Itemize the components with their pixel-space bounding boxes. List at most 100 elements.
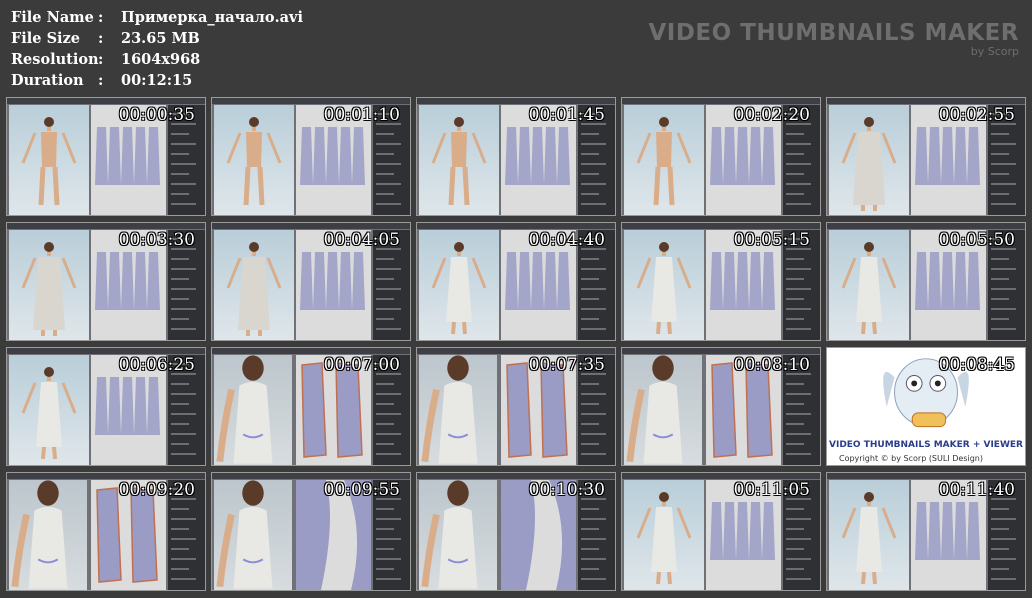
thumbnail-15[interactable]: VIDEO THUMBNAILS MAKER + VIEWER Copyright… — [826, 347, 1026, 466]
thumbnail-8[interactable]: 00:04:40 — [416, 222, 616, 341]
panel-row — [991, 183, 1016, 185]
panel-row — [991, 133, 1009, 135]
panel-row — [171, 558, 196, 560]
figure-icon — [636, 242, 692, 335]
thumbnail-7[interactable]: 00:04:05 — [211, 222, 411, 341]
timestamp: 00:08:45 — [938, 355, 1015, 375]
figure-icon — [216, 355, 273, 464]
3d-viewport — [829, 105, 909, 215]
panel-row — [581, 133, 599, 135]
panel-row — [991, 173, 1009, 175]
3d-viewport — [419, 105, 499, 215]
thumbnail-5[interactable]: 00:02:55 — [826, 97, 1026, 216]
panel-row — [171, 163, 196, 165]
info-row-file-size: File Size : 23.65 MB — [11, 28, 303, 49]
app-toolbar — [212, 348, 410, 354]
brand-title: VIDEO THUMBNAILS MAKER — [648, 20, 1019, 46]
thumbnail-19[interactable]: 00:11:05 — [621, 472, 821, 591]
info-separator: : — [98, 9, 104, 26]
panel-row — [171, 288, 196, 290]
thumbnail-12[interactable]: 00:07:00 — [211, 347, 411, 466]
info-value: Примерка_начало.avi — [121, 9, 303, 26]
panel-row — [581, 383, 599, 385]
info-label: File Size — [11, 30, 81, 47]
panel-row — [581, 308, 606, 310]
panel-row — [171, 278, 189, 280]
timestamp: 00:11:05 — [733, 480, 810, 500]
panel-row — [581, 453, 606, 455]
figure-icon — [421, 480, 478, 589]
panel-row — [171, 183, 196, 185]
panel-row — [786, 453, 811, 455]
thumbnail-18[interactable]: 00:10:30 — [416, 472, 616, 591]
panel-row — [171, 268, 196, 270]
thumbnail-13[interactable]: 00:07:35 — [416, 347, 616, 466]
panel-row — [786, 328, 811, 330]
timestamp: 00:11:40 — [938, 480, 1015, 500]
panel-row — [581, 143, 606, 145]
thumbnail-6[interactable]: 00:03:30 — [6, 222, 206, 341]
panel-row — [581, 528, 599, 530]
panel-row — [376, 538, 401, 540]
panel-row — [991, 538, 1016, 540]
panel-row — [376, 423, 394, 425]
app-toolbar — [212, 98, 410, 104]
3d-viewport — [624, 355, 702, 465]
thumbnail-14[interactable]: 00:08:10 — [621, 347, 821, 466]
3d-viewport — [9, 230, 89, 340]
panel-row — [581, 318, 599, 320]
panel-row — [581, 278, 599, 280]
info-label: Duration — [11, 72, 84, 89]
thumbnail-16[interactable]: 00:09:20 — [6, 472, 206, 591]
thumbnail-20[interactable]: 00:11:40 — [826, 472, 1026, 591]
thumbnail-17[interactable]: 00:09:55 — [211, 472, 411, 591]
panel-row — [786, 318, 804, 320]
thumbnail-3[interactable]: 00:01:45 — [416, 97, 616, 216]
panel-row — [376, 133, 394, 135]
panel-row — [786, 423, 804, 425]
panel-row — [991, 508, 1009, 510]
app-toolbar — [7, 473, 205, 479]
panel-row — [786, 383, 804, 385]
thumbnail-9[interactable]: 00:05:15 — [621, 222, 821, 341]
thumbnail-11[interactable]: 00:06:25 — [6, 347, 206, 466]
figure-icon — [841, 117, 897, 211]
owl-logo-copyright: Copyright © by Scorp (SULI Design) — [839, 454, 983, 463]
panel-row — [171, 403, 189, 405]
3d-viewport — [9, 105, 89, 215]
panel-row — [786, 203, 811, 205]
thumbnail-1[interactable]: 00:00:35 — [6, 97, 206, 216]
panel-row — [581, 403, 599, 405]
panel-row — [376, 433, 401, 435]
panel-row — [376, 548, 394, 550]
panel-row — [581, 203, 606, 205]
panel-row — [376, 578, 401, 580]
panel-row — [171, 393, 196, 395]
panel-row — [171, 328, 196, 330]
panel-row — [581, 413, 606, 415]
panel-row — [376, 383, 394, 385]
figure-icon — [626, 355, 683, 464]
3d-viewport — [9, 480, 87, 590]
app-toolbar — [622, 223, 820, 229]
panel-row — [171, 508, 189, 510]
app-toolbar — [417, 473, 615, 479]
file-info: File Name : Примерка_начало.avi File Siz… — [11, 7, 303, 91]
timestamp: 00:03:30 — [118, 230, 195, 250]
panel-row — [991, 548, 1009, 550]
app-toolbar — [417, 348, 615, 354]
panel-row — [171, 173, 189, 175]
panel-row — [581, 183, 606, 185]
owl-logo-title: VIDEO THUMBNAILS MAKER + VIEWER — [829, 440, 1023, 450]
thumbnail-2[interactable]: 00:01:10 — [211, 97, 411, 216]
timestamp: 00:04:05 — [323, 230, 400, 250]
panel-row — [786, 568, 804, 570]
thumbnail-grid: 00:00:35 00:01:10 00:01:45 00:02:20 00:02:55… — [6, 97, 1026, 591]
thumbnail-4[interactable]: 00:02:20 — [621, 97, 821, 216]
panel-row — [171, 548, 189, 550]
panel-row — [786, 133, 804, 135]
3d-viewport — [829, 230, 909, 340]
thumbnail-10[interactable]: 00:05:50 — [826, 222, 1026, 341]
app-toolbar — [7, 348, 205, 354]
app-toolbar — [827, 98, 1025, 104]
